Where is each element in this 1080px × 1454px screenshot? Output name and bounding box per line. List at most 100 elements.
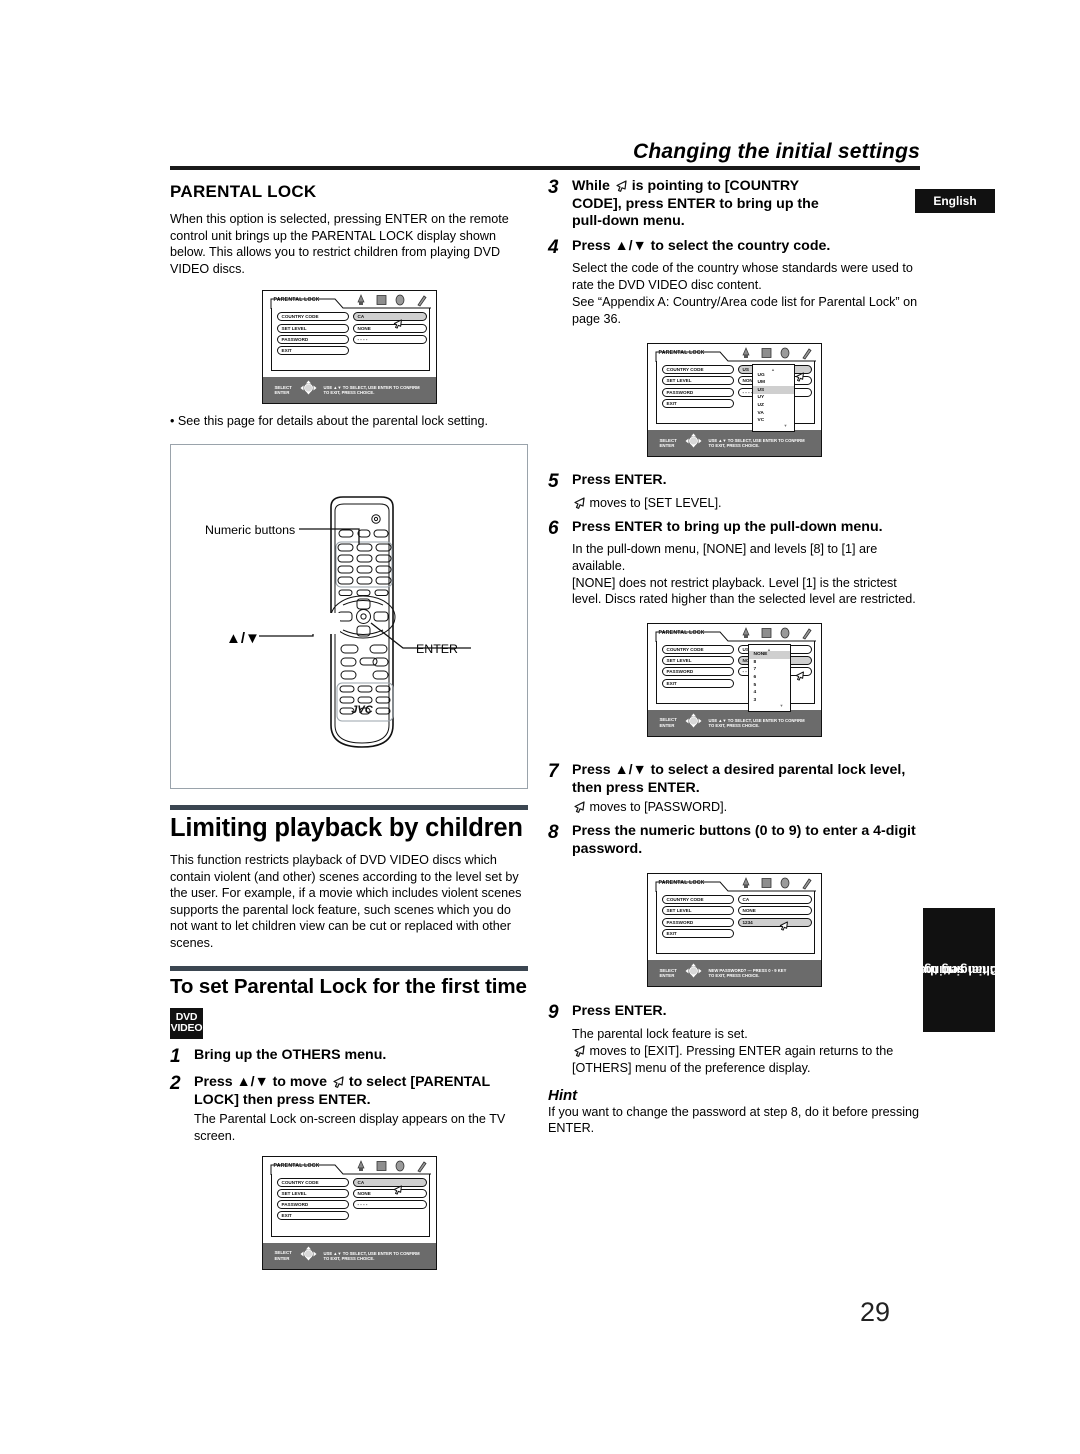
osd-bar-right-line2: TO EXIT, PRESS CHOICE. <box>323 1255 375 1261</box>
osd-device-screen: PARENTAL LOCK COUNTRY CODE CA SET LEVEL NONE… <box>261 1155 437 1270</box>
step-1-text: Bring up the OTHERS menu. <box>194 1046 387 1063</box>
osd-exit-button[interactable]: EXIT <box>276 1211 349 1221</box>
osd-screen-c: PARENTAL LOCKCOUNTRY CODEUSSET LEVELNONE… <box>646 622 822 737</box>
osd-title: PARENTAL LOCK <box>658 629 705 636</box>
osd-main-area: PARENTAL LOCK COUNTRY CODE CA SET LEVEL NONE… <box>647 874 821 961</box>
osd-row-value[interactable]: - - - - <box>352 334 427 344</box>
remote-brand-label: JVC <box>351 704 373 716</box>
osd-status-bar: SELECT ENTER USE ▲▼ TO SELECT, USE ENTER T… <box>262 1242 436 1269</box>
osd-cursor-pointer <box>392 1182 403 1200</box>
osd-dropdown-item[interactable]: UY <box>753 394 794 402</box>
osd-bar-right: NEW PASSWORD? --- PRESS 0 - 9 KEY TO EXIT… <box>709 968 787 979</box>
osd-icon-row <box>741 347 812 360</box>
osd-rows: COUNTRY CODE CA SET LEVEL NONE PASSWORD - - -… <box>276 1177 427 1221</box>
step-9-number: 9 <box>548 1002 559 1024</box>
step-5-number: 5 <box>548 471 559 493</box>
osd-dropdown-item[interactable]: 4 <box>749 689 790 697</box>
osd-row[interactable]: COUNTRY CODE CA <box>276 1177 427 1187</box>
osd-row-value[interactable]: CA <box>352 1177 427 1187</box>
step-5-sub: moves to [SET LEVEL]. <box>572 495 920 512</box>
osd-row-value[interactable]: NONE <box>352 323 427 333</box>
osd-cursor-icon <box>795 671 804 681</box>
osd-row-value[interactable]: CA <box>737 895 812 905</box>
step-9-sub2-text: moves to [EXIT]. Pressing ENTER again re… <box>572 1044 894 1076</box>
osd-icon-row-wrap <box>740 347 812 360</box>
step-3-text: While is pointing to [COUNTRY CODE], pre… <box>572 178 920 231</box>
osd-row[interactable]: PASSWORD- - - - <box>276 334 427 344</box>
osd-bar-right-line2: TO EXIT, PRESS CHOICE. <box>323 390 375 396</box>
osd-exit-button[interactable]: EXIT <box>661 928 734 938</box>
osd-row-value[interactable]: - - - - <box>352 1200 427 1210</box>
osd-bar-right: USE ▲▼ TO SELECT, USE ENTER TO CONFIRM TO… <box>324 385 420 396</box>
osd-dropdown-item[interactable]: 7 <box>749 666 790 674</box>
cursor-pointer-icon <box>614 179 628 192</box>
cursor-pointer-icon <box>331 1075 345 1089</box>
osd-dropdown[interactable]: ▲ UG UM US UY UZ VA VC ▼ <box>751 364 795 433</box>
osd-cursor-pointer <box>794 369 805 387</box>
osd-icon-row <box>741 877 812 890</box>
step-9-sub2: moves to [EXIT]. Pressing ENTER again re… <box>572 1043 920 1076</box>
osd-dropdown-item[interactable]: UM <box>753 379 794 387</box>
step-6-text: Press ENTER to bring up the pull-down me… <box>572 518 883 535</box>
osd-row[interactable]: COUNTRY CODE CA <box>661 895 812 905</box>
osd-exit-button[interactable]: EXIT <box>661 678 734 688</box>
remote-illustration-svg: JVC <box>259 496 471 748</box>
osd-title: PARENTAL LOCK <box>273 297 320 304</box>
osd-dropdown-item[interactable]: 8 <box>749 659 790 667</box>
right-column: 3 While is pointing to [COUNTRY CODE], p… <box>548 177 920 1139</box>
step-7-text: Press ▲/▼ to select a desired parental l… <box>572 761 906 796</box>
step-5: 5 Press ENTER. <box>548 472 920 493</box>
step-5-sub-text: moves to [SET LEVEL]. <box>586 495 722 510</box>
step-2-text: Press ▲/▼ to move to select [PARENTAL LO… <box>194 1074 528 1109</box>
osd-dropdown-item[interactable]: 5 <box>749 681 790 689</box>
osd-bar-left-line2: ENTER <box>659 443 675 449</box>
step-7-sub: moves to [PASSWORD]. <box>572 799 920 816</box>
step-3: 3 While is pointing to [COUNTRY CODE], p… <box>548 177 920 231</box>
osd-dropdown-item[interactable]: 6 <box>749 674 790 682</box>
osd-joystick <box>685 963 702 983</box>
osd-main-area: PARENTAL LOCK COUNTRY CODE CA SET LEVEL NONE… <box>262 291 436 378</box>
osd-dropdown-item[interactable]: UZ <box>753 402 794 410</box>
step-9: 9 Press ENTER. <box>548 1003 920 1024</box>
osd-icon-row-wrap <box>740 877 812 890</box>
osd-dropdown-item[interactable]: UG <box>753 371 794 379</box>
dvd-video-logo: DVD VIDEO <box>170 1007 203 1039</box>
osd-icon-row-wrap <box>355 1160 427 1173</box>
osd-dropdown-item[interactable]: VA <box>753 409 794 417</box>
osd-row-value[interactable]: CA <box>352 312 427 322</box>
osd-status-bar: SELECT ENTER USE ▲▼ TO SELECT, USE ENTER T… <box>262 377 436 404</box>
osd-dropdown-item[interactable]: US <box>752 386 794 395</box>
osd-row[interactable]: PASSWORD- - - - <box>276 1200 427 1210</box>
osd-dropdown-scroll-down-icon[interactable]: ▼ <box>753 424 794 428</box>
osd-exit-button[interactable]: EXIT <box>276 346 349 355</box>
osd-main-area: PARENTAL LOCK COUNTRY CODE CA SET LEVEL NONE… <box>262 1156 436 1243</box>
osd-row-value[interactable]: 1234 <box>737 917 812 927</box>
step-4-sub: Select the code of the country whose sta… <box>572 261 918 326</box>
osd-main-area: PARENTAL LOCKCOUNTRY CODEUSSET LEVELNONE… <box>647 623 821 713</box>
osd-cursor-pointer <box>392 316 403 334</box>
joystick-icon <box>685 963 701 978</box>
osd-exit-button[interactable]: EXIT <box>661 398 734 408</box>
osd-row[interactable]: COUNTRY CODE CA <box>276 312 427 322</box>
osd-row-value[interactable]: NONE <box>737 906 812 916</box>
osd-row[interactable]: SET LEVELNONE <box>661 906 812 916</box>
osd-row-value[interactable]: NONE <box>352 1189 427 1199</box>
osd-row[interactable]: SET LEVELNONE <box>276 323 427 333</box>
heading-first-time: To set Parental Lock for the first time <box>170 974 527 998</box>
osd-joystick <box>300 1246 317 1266</box>
osd-row[interactable]: PASSWORD 1234 <box>661 917 812 927</box>
osd-icon-row <box>356 294 427 307</box>
step-6-sub: In the pull-down menu, [NONE] and levels… <box>572 542 916 607</box>
side-tab-line2: initial settings <box>916 963 1002 977</box>
joystick-icon <box>685 433 701 448</box>
osd-row[interactable]: SET LEVELNONE <box>276 1189 427 1199</box>
osd-bar-right-line2: TO EXIT, PRESS CHOICE. <box>708 443 760 449</box>
osd-dropdown-item[interactable]: NONE <box>748 650 790 659</box>
osd-dropdown-scroll-down-icon[interactable]: ▼ <box>749 704 790 708</box>
osd-cursor-icon <box>779 921 788 931</box>
osd-dropdown[interactable]: ▲ NONE 8 7 6 5 4 3 ▼ <box>747 643 791 713</box>
step-7: 7 Press ▲/▼ to select a desired parental… <box>548 761 920 797</box>
osd-rows: COUNTRY CODE CA SET LEVEL NONE PASSWORD 1234 E… <box>661 895 812 938</box>
osd-main-area: PARENTAL LOCKCOUNTRY CODEUSSET LEVELNONE… <box>647 344 821 433</box>
osd-icon-row <box>741 627 812 640</box>
